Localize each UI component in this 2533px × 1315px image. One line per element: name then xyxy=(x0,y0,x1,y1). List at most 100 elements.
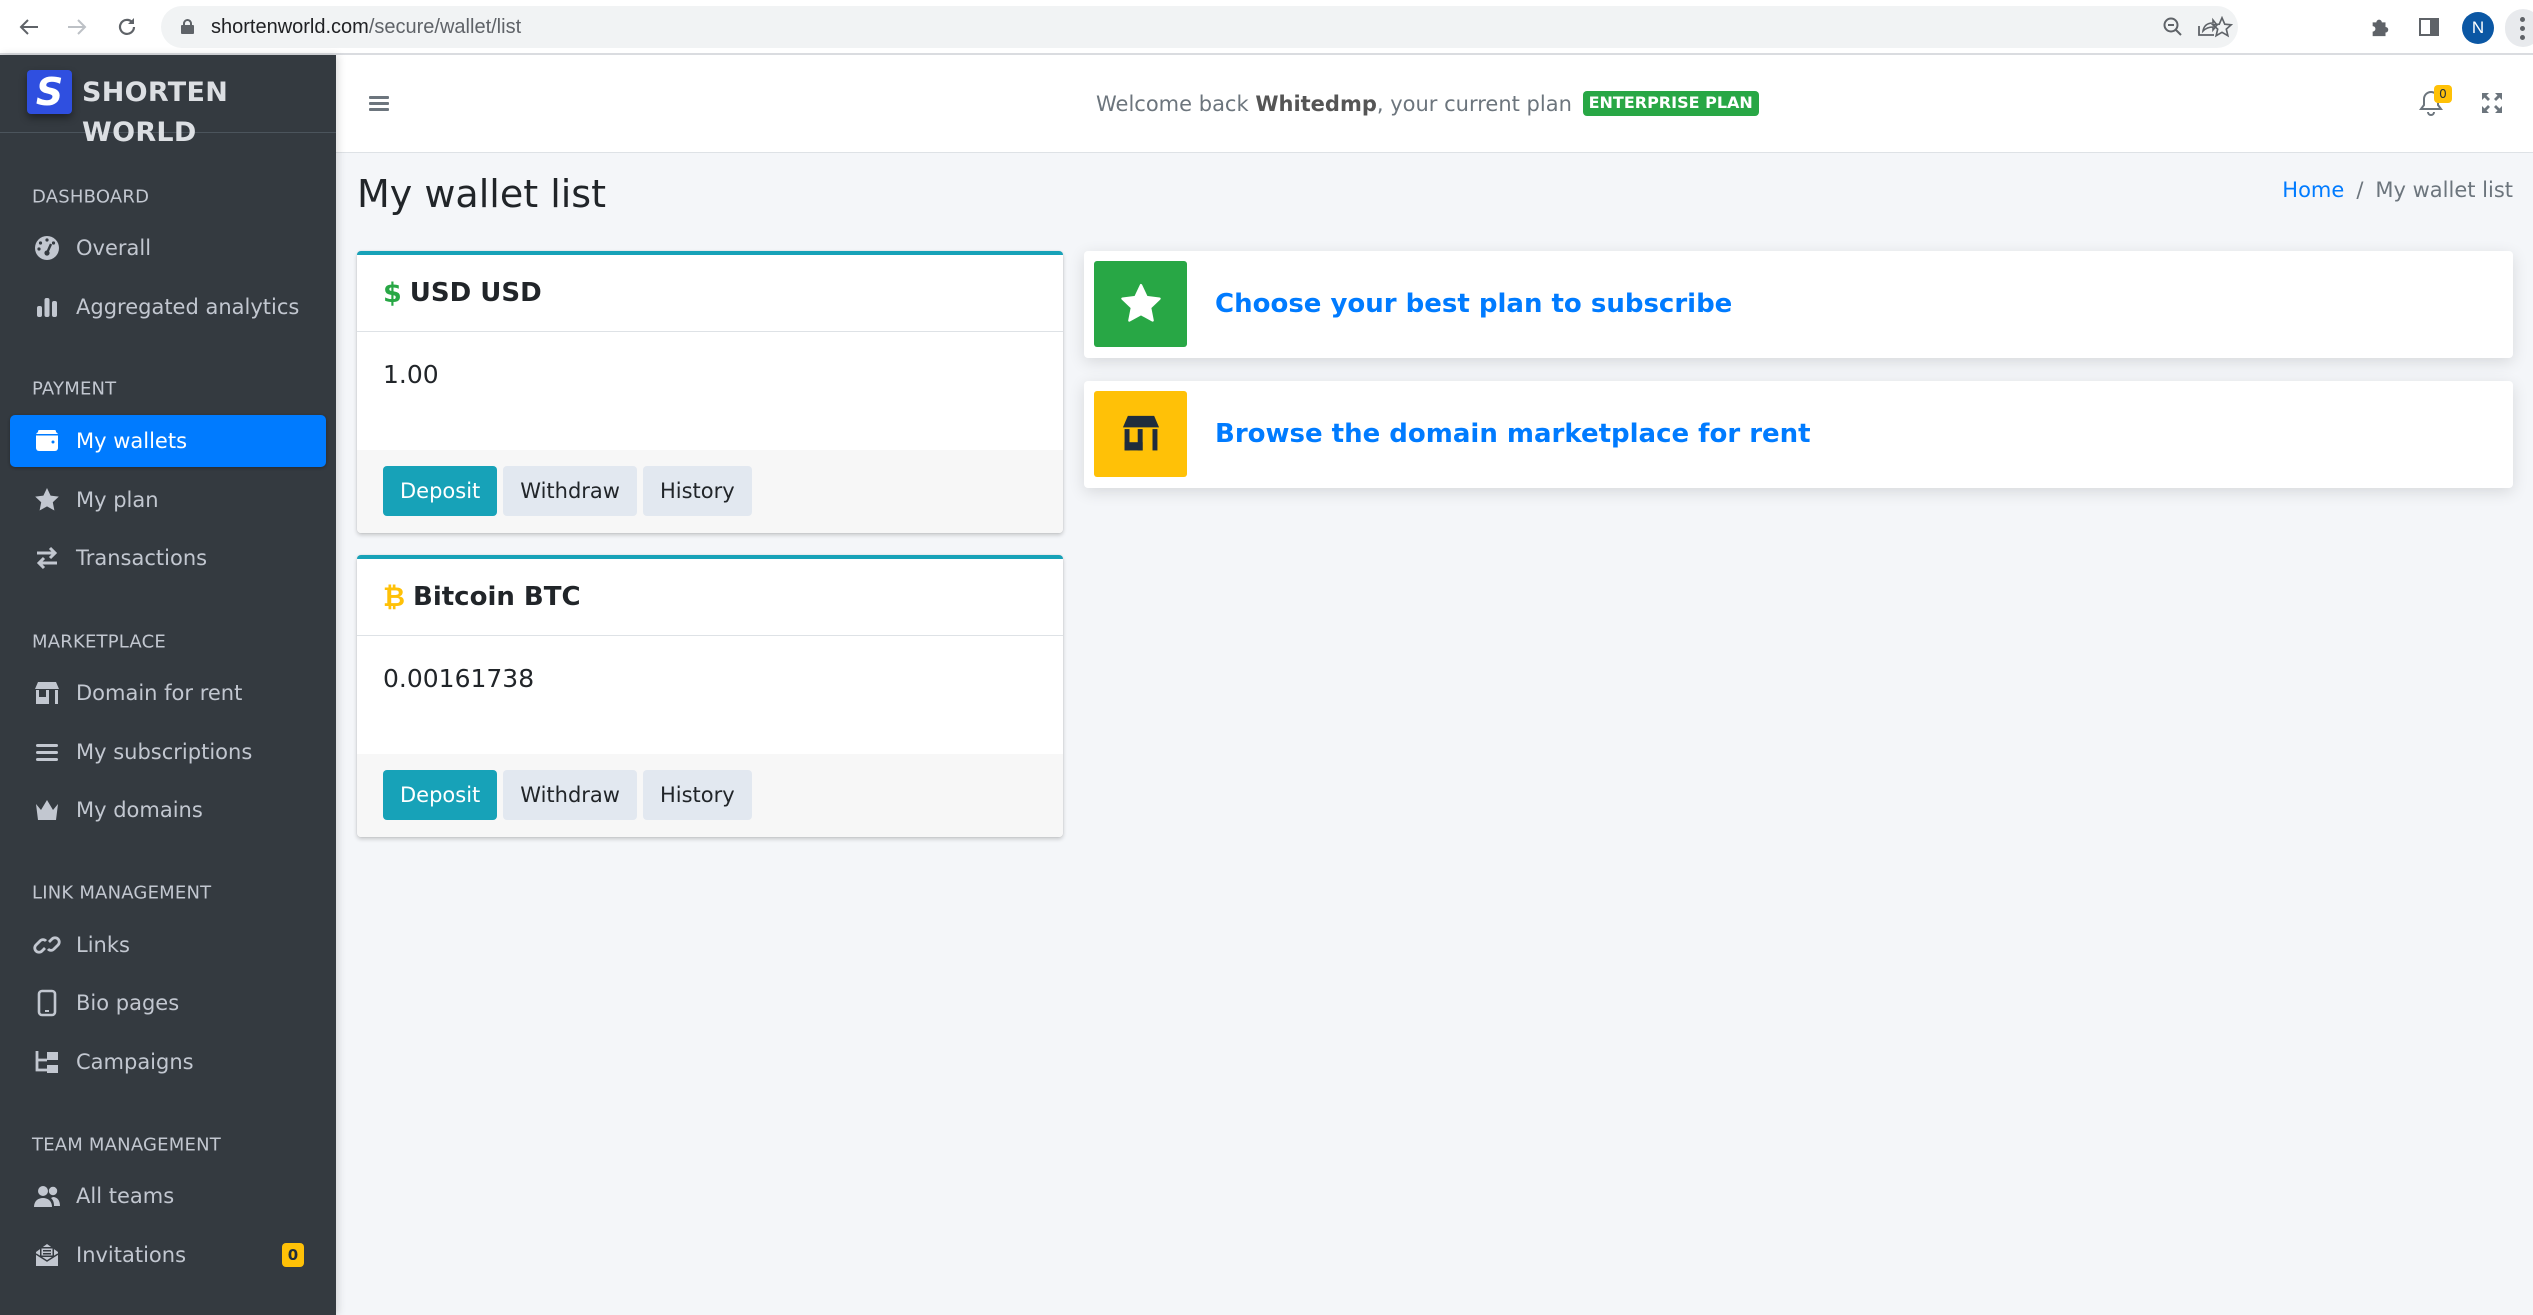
deposit-button[interactable]: Deposit xyxy=(383,466,498,516)
sidebar-item-label: Transactions xyxy=(76,546,208,570)
sidebar-item-label: My subscriptions xyxy=(76,740,253,764)
top-navbar: Welcome back Whitedmp, your current plan… xyxy=(336,55,2533,153)
sidebar-item-my-wallets[interactable]: My wallets xyxy=(10,415,326,467)
sidebar-item-campaigns[interactable]: Campaigns xyxy=(10,1036,326,1088)
notification-count-badge: 0 xyxy=(2434,85,2452,103)
brand[interactable]: S SHORTEN WORLD xyxy=(0,55,336,148)
back-button[interactable] xyxy=(14,12,44,42)
wallet-card-footer: Deposit Withdraw History xyxy=(357,754,1063,837)
bookmark-star-icon[interactable] xyxy=(2207,12,2237,42)
sitemap-icon xyxy=(32,1047,62,1077)
deposit-button[interactable]: Deposit xyxy=(383,770,498,820)
bitcoin-icon: ₿ xyxy=(383,581,406,613)
welcome-message: Welcome back Whitedmp, your current plan… xyxy=(1096,55,1759,153)
choose-plan-link[interactable]: Choose your best plan to subscribe xyxy=(1215,251,1732,358)
browser-menu-button[interactable] xyxy=(2505,9,2533,47)
sidebar-item-label: Campaigns xyxy=(76,1050,194,1074)
wallet-card-usd: $ USD USD 1.00 Deposit Withdraw History xyxy=(357,251,1063,533)
zoom-out-icon[interactable] xyxy=(2160,15,2186,39)
brand-logo: S xyxy=(27,70,72,114)
wallet-icon xyxy=(32,426,62,456)
link-icon xyxy=(32,930,62,960)
address-bar[interactable]: shortenworld.com/secure/wallet/list xyxy=(161,6,2238,48)
sidebar-item-label: Bio pages xyxy=(76,991,180,1015)
sidebar-item-all-teams[interactable]: All teams xyxy=(10,1170,326,1222)
plan-badge: ENTERPRISE PLAN xyxy=(1582,90,1759,116)
wallet-balance: 1.00 xyxy=(383,360,439,389)
crown-icon xyxy=(32,795,62,825)
envelope-open-icon xyxy=(32,1240,62,1270)
wallet-card-header: $ USD USD xyxy=(357,255,1063,332)
sidebar-item-label: Domain for rent xyxy=(76,681,243,705)
store-icon xyxy=(1094,391,1187,477)
sidebar-item-label: Overall xyxy=(76,236,152,260)
sidebar-item-bio-pages[interactable]: Bio pages xyxy=(10,977,326,1029)
fullscreen-button[interactable] xyxy=(2481,92,2503,114)
username: Whitedmp xyxy=(1255,92,1377,116)
breadcrumb-current: My wallet list xyxy=(2375,178,2513,202)
sidebar-item-links[interactable]: Links xyxy=(10,919,326,971)
star-icon xyxy=(1094,261,1187,347)
menu-toggle-button[interactable] xyxy=(369,96,389,112)
tachometer-icon xyxy=(32,233,62,263)
sidebar-item-my-domains[interactable]: My domains xyxy=(10,784,326,836)
nav-header-payment: PAYMENT xyxy=(32,378,117,400)
wallet-title: USD USD xyxy=(409,278,542,308)
invitations-count-badge: 0 xyxy=(282,1243,304,1267)
side-panel-icon[interactable] xyxy=(2414,12,2444,42)
breadcrumb-home-link[interactable]: Home xyxy=(2282,178,2344,202)
bar-chart-icon xyxy=(32,292,62,322)
mobile-icon xyxy=(32,988,62,1018)
url-text: shortenworld.com/secure/wallet/list xyxy=(211,16,522,38)
domain-marketplace-link[interactable]: Browse the domain marketplace for rent xyxy=(1215,381,1811,488)
sidebar-item-my-plan[interactable]: My plan xyxy=(10,474,326,526)
reload-icon xyxy=(118,18,136,35)
extensions-icon[interactable] xyxy=(2365,12,2395,42)
lock-icon xyxy=(181,19,194,34)
sidebar-item-label: My wallets xyxy=(76,429,188,453)
history-button[interactable]: History xyxy=(642,770,752,820)
profile-avatar[interactable]: N xyxy=(2462,12,2494,44)
sidebar-item-domain-for-rent[interactable]: Domain for rent xyxy=(10,667,326,719)
nav-header-marketplace: MARKETPLACE xyxy=(32,631,166,653)
arrow-right-icon xyxy=(68,19,87,35)
history-button[interactable]: History xyxy=(642,466,752,516)
exchange-icon xyxy=(32,543,62,573)
brand-name: SHORTEN WORLD xyxy=(82,77,229,148)
reload-button[interactable] xyxy=(112,12,142,42)
list-icon xyxy=(32,737,62,767)
choose-plan-box[interactable]: Choose your best plan to subscribe xyxy=(1084,251,2513,358)
expand-arrows-icon xyxy=(2482,93,2502,113)
wallet-balance: 0.00161738 xyxy=(383,664,535,693)
sidebar-item-transactions[interactable]: Transactions xyxy=(10,532,326,584)
wallet-title: Bitcoin BTC xyxy=(413,582,581,612)
nav-header-link-management: LINK MANAGEMENT xyxy=(32,882,212,904)
sidebar-item-overall[interactable]: Overall xyxy=(10,222,326,274)
sidebar-item-label: My domains xyxy=(76,798,203,822)
forward-button[interactable] xyxy=(62,12,92,42)
withdraw-button[interactable]: Withdraw xyxy=(503,770,637,820)
sidebar-item-label: Aggregated analytics xyxy=(76,295,300,319)
wallet-card-footer: Deposit Withdraw History xyxy=(357,450,1063,533)
domain-marketplace-box[interactable]: Browse the domain marketplace for rent xyxy=(1084,381,2513,488)
browser-toolbar: shortenworld.com/secure/wallet/list N xyxy=(0,0,2533,55)
hamburger-icon xyxy=(369,96,389,99)
page-title: My wallet list xyxy=(357,172,607,216)
sidebar-item-label: My plan xyxy=(76,488,159,512)
star-icon xyxy=(32,485,62,515)
sidebar-item-my-subscriptions[interactable]: My subscriptions xyxy=(10,726,326,778)
sidebar-item-label: Links xyxy=(76,933,130,957)
sidebar-item-invitations[interactable]: Invitations 0 xyxy=(10,1229,326,1281)
nav-header-dashboard: DASHBOARD xyxy=(32,186,150,208)
arrow-left-icon xyxy=(19,19,38,35)
withdraw-button[interactable]: Withdraw xyxy=(503,466,637,516)
dollar-icon: $ xyxy=(383,277,402,309)
wallet-card-btc: ₿ Bitcoin BTC 0.00161738 Deposit Withdra… xyxy=(357,555,1063,837)
breadcrumb: Home / My wallet list xyxy=(2282,178,2513,202)
users-icon xyxy=(32,1181,62,1211)
sidebar-item-label: Invitations xyxy=(76,1243,187,1267)
sidebar-item-label: All teams xyxy=(76,1184,175,1208)
store-icon xyxy=(32,678,62,708)
sidebar: S SHORTEN WORLD DASHBOARD Overall Aggreg… xyxy=(0,55,336,1315)
sidebar-item-aggregated-analytics[interactable]: Aggregated analytics xyxy=(10,281,326,333)
